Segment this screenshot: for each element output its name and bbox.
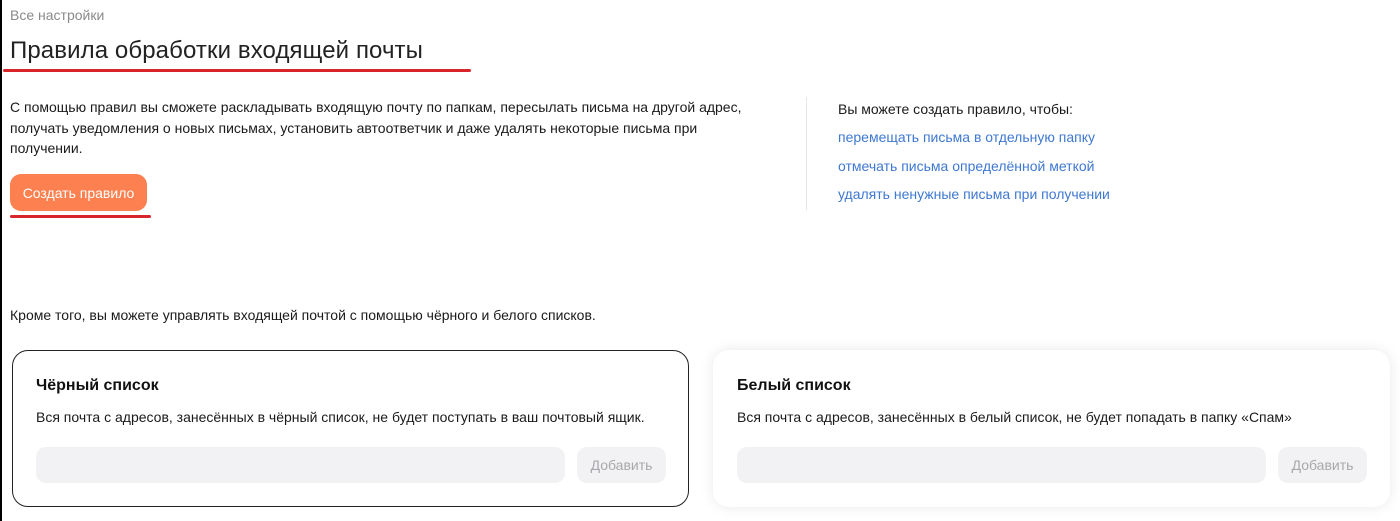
- window-left-edge: [0, 0, 2, 521]
- whitelist-card: Белый список Вся почта с адресов, занесё…: [713, 350, 1390, 507]
- tips-list-item: отмечать письма определённой меткой: [838, 156, 1110, 185]
- title-annotation-underline: [3, 69, 471, 72]
- blacklist-description: Вся почта с адресов, занесённых в чёрный…: [36, 409, 645, 425]
- button-annotation-underline: [10, 215, 151, 218]
- blacklist-card: Чёрный список Вся почта с адресов, занес…: [12, 350, 689, 507]
- tips-list: перемещать письма в отдельную папку отме…: [838, 127, 1110, 213]
- intro-text: С помощью правил вы сможете раскладывать…: [10, 99, 742, 156]
- tip-link-move-to-folder[interactable]: перемещать письма в отдельную папку: [838, 129, 1095, 145]
- whitelist-address-input[interactable]: [737, 447, 1266, 483]
- tips-list-item: удалять ненужные письма при получении: [838, 184, 1110, 213]
- breadcrumb-all-settings[interactable]: Все настройки: [10, 7, 104, 23]
- lists-intro-text: Кроме того, вы можете управлять входящей…: [10, 307, 596, 323]
- create-rule-button[interactable]: Создать правило: [10, 174, 147, 211]
- whitelist-description: Вся почта с адресов, занесённых в белый …: [737, 409, 1292, 425]
- tip-link-delete-on-receive[interactable]: удалять ненужные письма при получении: [838, 186, 1110, 202]
- blacklist-title: Чёрный список: [36, 377, 159, 394]
- blacklist-address-input[interactable]: [36, 447, 565, 483]
- page-title: Правила обработки входящей почты: [10, 37, 424, 64]
- whitelist-add-button[interactable]: Добавить: [1278, 447, 1367, 483]
- blacklist-add-button[interactable]: Добавить: [577, 447, 666, 483]
- tips-list-item: перемещать письма в отдельную папку: [838, 127, 1110, 156]
- tip-link-mark-with-label[interactable]: отмечать письма определённой меткой: [838, 158, 1094, 174]
- vertical-divider: [806, 97, 807, 210]
- whitelist-title: Белый список: [737, 377, 851, 394]
- tips-heading: Вы можете создать правило, чтобы:: [838, 101, 1073, 117]
- rule-tips: Вы можете создать правило, чтобы: переме…: [838, 99, 1110, 213]
